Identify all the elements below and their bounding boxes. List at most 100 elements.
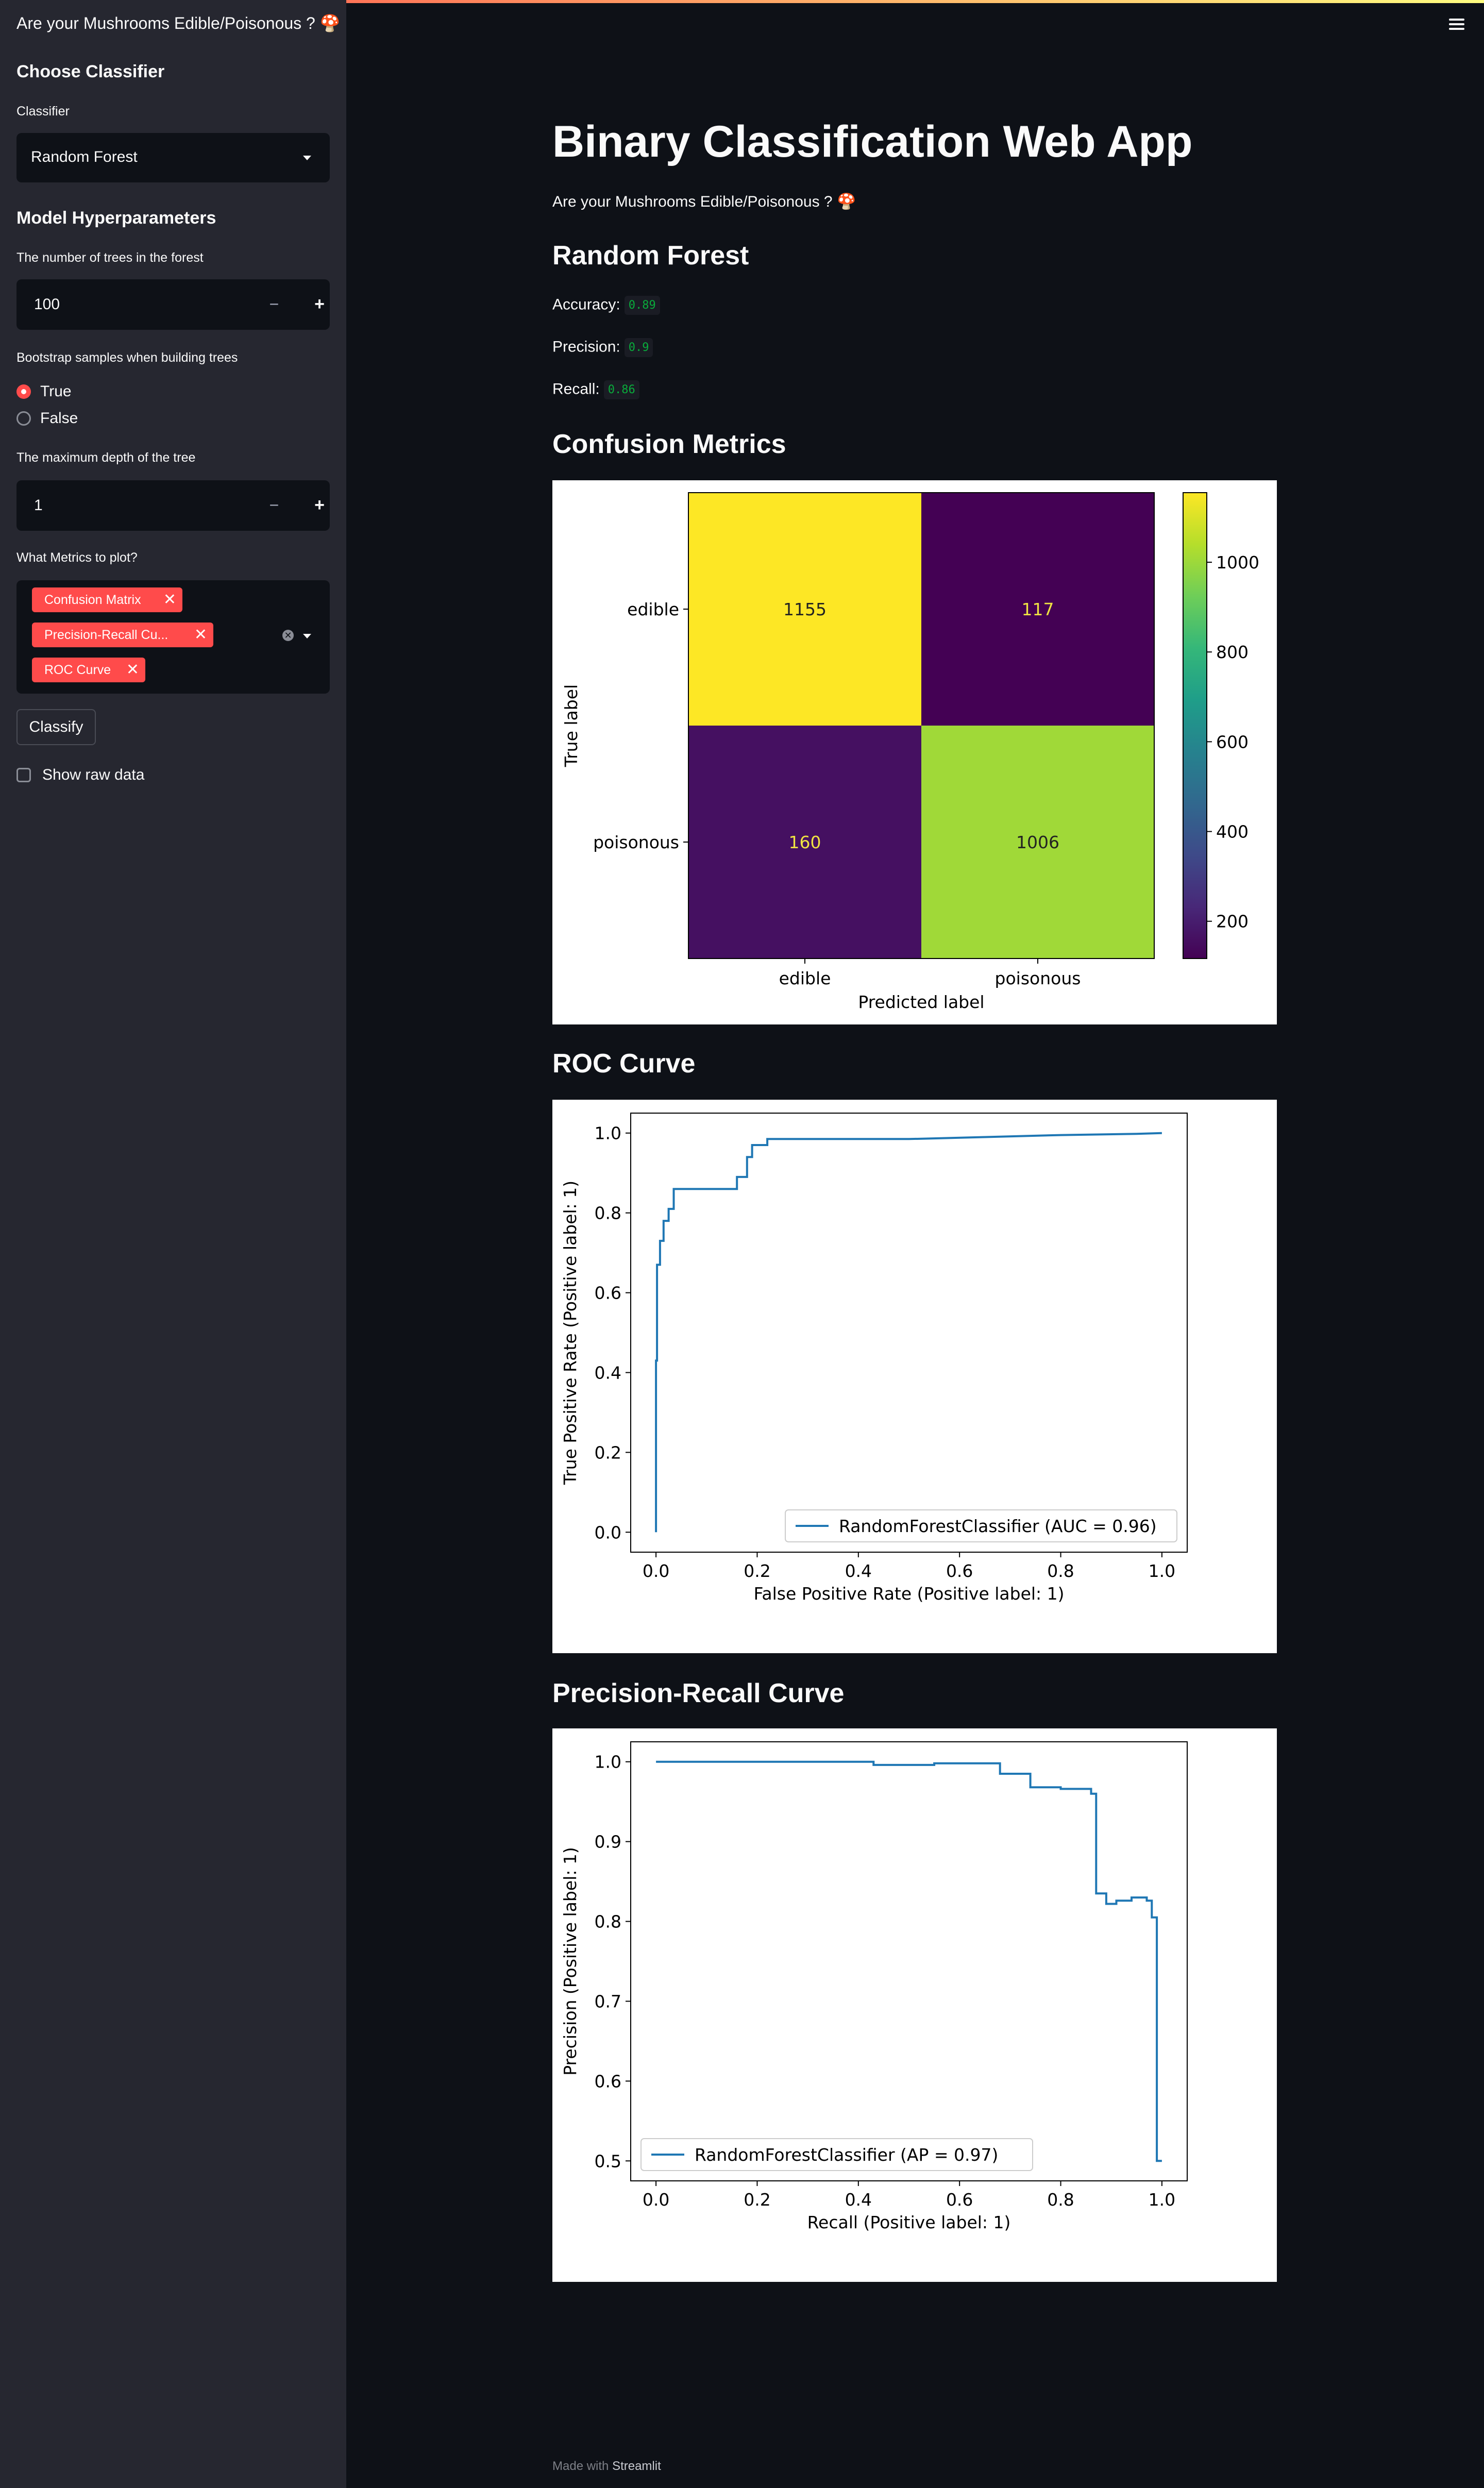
pr-curve-figure: 0.0 0.2 0.4 0.6 0.8 1.0 0.5 0.6 0.7 0.8 0.9 1.0 Reca… bbox=[552, 1728, 1277, 2282]
colorbar-tick-label: 200 bbox=[1216, 912, 1249, 932]
y-tick-label: 0.8 bbox=[595, 1203, 621, 1223]
classifier-label: Classifier bbox=[16, 104, 70, 119]
colorbar-tick-label: 800 bbox=[1216, 642, 1249, 662]
y-tick-label: 1.0 bbox=[595, 1752, 621, 1772]
series-line bbox=[655, 1132, 1162, 1533]
chip-close-icon[interactable]: ✕ bbox=[126, 658, 139, 682]
bootstrap-option-false[interactable]: False bbox=[16, 408, 78, 429]
classifier-select[interactable]: Random Forest bbox=[16, 133, 330, 182]
confusion-matrix-figure: 1155 117 160 1006 edible poisonous edible poiso… bbox=[552, 480, 1277, 1024]
x-tick-label: poisonous bbox=[995, 968, 1081, 988]
precision-metric: Precision: 0.9 bbox=[552, 338, 653, 357]
n-trees-decrement-button[interactable]: − bbox=[256, 290, 293, 318]
y-tick-label: 0.5 bbox=[595, 2151, 621, 2171]
max-depth-increment-button[interactable]: + bbox=[301, 491, 338, 519]
bootstrap-label: Bootstrap samples when building trees bbox=[16, 350, 238, 365]
x-tick-label: 0.8 bbox=[1047, 2190, 1074, 2210]
max-depth-decrement-button[interactable]: − bbox=[256, 491, 293, 519]
n-trees-value[interactable]: 100 bbox=[34, 296, 60, 313]
max-depth-input[interactable]: 1 − + bbox=[16, 480, 330, 531]
chevron-down-icon[interactable] bbox=[303, 634, 311, 638]
colorbar-tick-label: 400 bbox=[1216, 822, 1249, 842]
footer-brand-link[interactable]: Streamlit bbox=[612, 2459, 661, 2473]
x-tick-label: 0.4 bbox=[845, 1561, 872, 1581]
plot-frame bbox=[630, 1113, 1188, 1553]
cell-value-label: 1006 bbox=[1016, 832, 1059, 852]
clear-all-icon[interactable]: ✕ bbox=[282, 630, 294, 641]
accuracy-label: Accuracy: bbox=[552, 296, 620, 313]
n-trees-label: The number of trees in the forest bbox=[16, 250, 204, 265]
n-trees-increment-button[interactable]: + bbox=[301, 290, 338, 318]
show-raw-data-checkbox[interactable]: Show raw data bbox=[16, 765, 144, 785]
y-tick-label: 1.0 bbox=[595, 1123, 621, 1144]
show-raw-data-label: Show raw data bbox=[42, 766, 145, 783]
y-tick-label: 0.2 bbox=[595, 1442, 621, 1462]
n-trees-input[interactable]: 100 − + bbox=[16, 279, 330, 330]
x-tick-label: 1.0 bbox=[1149, 2190, 1175, 2210]
metric-chip-precision-recall[interactable]: Precision-Recall Cu... ✕ bbox=[32, 623, 213, 647]
hyperparameters-heading: Model Hyperparameters bbox=[16, 208, 216, 228]
x-axis-label: Predicted label bbox=[858, 992, 984, 1012]
legend-label: RandomForestClassifier (AP = 0.97) bbox=[695, 2145, 998, 2165]
hamburger-menu-icon[interactable] bbox=[1449, 19, 1464, 31]
metrics-multiselect[interactable]: Confusion Matrix ✕ Precision-Recall Cu..… bbox=[16, 580, 330, 694]
radio-selected-icon[interactable] bbox=[16, 384, 31, 399]
y-tick-label: 0.9 bbox=[595, 1832, 621, 1852]
confusion-heading: Confusion Metrics bbox=[552, 429, 786, 459]
confusion-matrix-chart: 1155 117 160 1006 edible poisonous edible poiso… bbox=[561, 492, 1259, 1012]
roc-curve-chart: 0.0 0.2 0.4 0.6 0.8 1.0 0.0 0.2 0.4 0.6 0.8 1.0 Fals… bbox=[560, 1113, 1188, 1604]
x-tick-label: 0.8 bbox=[1047, 1561, 1074, 1581]
footer: Made with Streamlit bbox=[552, 2459, 661, 2474]
y-tick-label: 0.6 bbox=[595, 2071, 621, 2091]
bootstrap-option-true[interactable]: True bbox=[16, 381, 72, 402]
chip-label: Confusion Matrix bbox=[44, 593, 141, 607]
y-tick-label: 0.7 bbox=[595, 1991, 621, 2011]
app-title: Are your Mushrooms Edible/Poisonous ? 🍄 bbox=[16, 14, 341, 32]
roc-curve-figure: 0.0 0.2 0.4 0.6 0.8 1.0 0.0 0.2 0.4 0.6 0.8 1.0 Fals… bbox=[552, 1100, 1277, 1653]
x-tick-label: 0.4 bbox=[845, 2190, 872, 2210]
recall-label: Recall: bbox=[552, 380, 600, 398]
colorbar-tick-label: 600 bbox=[1216, 732, 1249, 752]
page-subtitle: Are your Mushrooms Edible/Poisonous ? 🍄 bbox=[552, 193, 856, 210]
recall-metric: Recall: 0.86 bbox=[552, 380, 639, 399]
x-axis-label: Recall (Positive label: 1) bbox=[807, 2212, 1011, 2232]
x-tick-label: 0.0 bbox=[643, 1561, 669, 1581]
metric-chip-confusion-matrix[interactable]: Confusion Matrix ✕ bbox=[32, 587, 182, 612]
page-title: Binary Classification Web App bbox=[552, 117, 1193, 166]
accuracy-metric: Accuracy: 0.89 bbox=[552, 296, 660, 315]
bootstrap-option-label: False bbox=[40, 410, 78, 427]
bootstrap-option-label: True bbox=[40, 383, 72, 400]
x-axis-label: False Positive Rate (Positive label: 1) bbox=[753, 1584, 1064, 1604]
radio-unselected-icon[interactable] bbox=[16, 411, 31, 426]
y-tick-label: edible bbox=[627, 599, 679, 619]
y-axis-label: True Positive Rate (Positive label: 1) bbox=[560, 1181, 580, 1485]
plot-frame bbox=[630, 1741, 1188, 2181]
legend-label: RandomForestClassifier (AUC = 0.96) bbox=[839, 1516, 1157, 1536]
classify-button[interactable]: Classify bbox=[16, 709, 96, 745]
chip-label: ROC Curve bbox=[44, 663, 111, 677]
y-tick-label: 0.8 bbox=[595, 1912, 621, 1932]
x-tick-label: edible bbox=[779, 968, 831, 988]
checkbox-icon[interactable] bbox=[16, 768, 31, 782]
chevron-down-icon bbox=[303, 156, 311, 160]
x-tick-label: 0.0 bbox=[643, 2190, 669, 2210]
choose-classifier-heading: Choose Classifier bbox=[16, 62, 165, 81]
y-tick-label: poisonous bbox=[593, 832, 679, 852]
series-line bbox=[656, 1760, 1162, 2162]
pr-heading: Precision-Recall Curve bbox=[552, 1678, 845, 1708]
max-depth-label: The maximum depth of the tree bbox=[16, 450, 196, 465]
chip-close-icon[interactable]: ✕ bbox=[194, 623, 207, 647]
cell-value-label: 160 bbox=[789, 832, 821, 852]
recall-value: 0.86 bbox=[603, 380, 639, 399]
max-depth-value[interactable]: 1 bbox=[34, 497, 43, 514]
y-axis-label: Precision (Positive label: 1) bbox=[560, 1847, 580, 2076]
colorbar-tick-label: 1000 bbox=[1216, 552, 1259, 573]
y-tick-label: 0.4 bbox=[595, 1363, 621, 1383]
precision-value: 0.9 bbox=[624, 338, 653, 357]
chip-close-icon[interactable]: ✕ bbox=[163, 587, 176, 612]
cell-value-label: 117 bbox=[1022, 599, 1054, 619]
metric-chip-roc-curve[interactable]: ROC Curve ✕ bbox=[32, 658, 145, 682]
cell-value-label: 1155 bbox=[783, 599, 827, 619]
chip-label: Precision-Recall Cu... bbox=[44, 628, 168, 642]
colorbar bbox=[1183, 492, 1207, 959]
